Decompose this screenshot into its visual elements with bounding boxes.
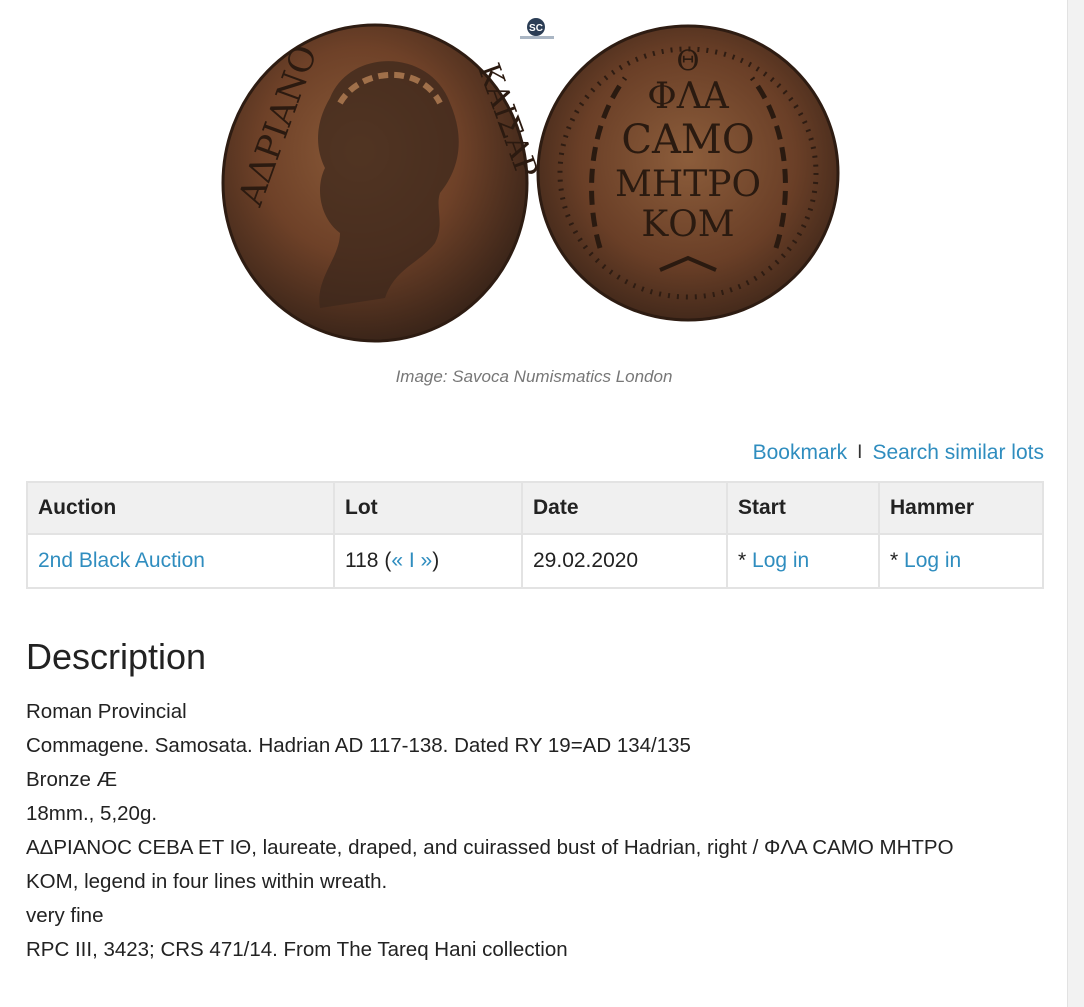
auction-link[interactable]: 2nd Black Auction bbox=[38, 549, 205, 572]
bookmark-link[interactable]: Bookmark bbox=[753, 441, 848, 465]
description-line: very fine bbox=[26, 904, 104, 927]
previous-lot-link[interactable]: « bbox=[391, 549, 403, 572]
cell-hammer: * Log in bbox=[878, 533, 1044, 589]
image-caption: Image: Savoca Numismatics London bbox=[395, 367, 673, 386]
reverse-legend-line-4: ΚΟΜ bbox=[641, 204, 734, 245]
description-line: ΑΔΡΙΑΝΟC CEBA ET IΘ, laureate, draped, a… bbox=[26, 836, 954, 859]
coin-obverse: ΑΔΡΙΑΝΟ ΚΑΙΣΑΡ bbox=[221, 23, 544, 343]
header-date: Date bbox=[521, 481, 728, 535]
actions-separator: I bbox=[857, 442, 863, 463]
coin-reverse: Θ ΦΛΑ CΑΜΟ ΜΗΤΡΟ ΚΟΜ bbox=[536, 24, 840, 322]
description-line: Commagene. Samosata. Hadrian AD 117-138.… bbox=[26, 734, 691, 757]
coin-image: SC ΑΔΡΙΑΝΟ ΚΑΙΣΑΡ Θ ΦΛΑ CΑΜΟ ΜΗΤΡΟ ΚΟΜ bbox=[0, 0, 1068, 360]
description-body: Roman Provincial Commagene. Samosata. Ha… bbox=[26, 695, 1046, 967]
table-row: 2nd Black Auction 118 (« I ») 29.02.2020… bbox=[26, 533, 1044, 589]
cell-date: 29.02.2020 bbox=[521, 533, 728, 589]
coin-photo: SC ΑΔΡΙΑΝΟ ΚΑΙΣΑΡ Θ ΦΛΑ CΑΜΟ ΜΗΤΡΟ ΚΟΜ bbox=[221, 18, 840, 343]
lot-table: Auction Lot Date Start Hammer 2nd Black … bbox=[26, 481, 1044, 589]
page-scroll-gutter bbox=[1067, 0, 1084, 1007]
search-similar-lots-link[interactable]: Search similar lots bbox=[872, 441, 1044, 465]
description-line: 18mm., 5,20g. bbox=[26, 802, 158, 825]
header-start: Start bbox=[726, 481, 880, 535]
description-line: Roman Provincial bbox=[26, 700, 187, 723]
header-auction: Auction bbox=[26, 481, 335, 535]
lot-table-header-row: Auction Lot Date Start Hammer bbox=[26, 481, 1044, 535]
lot-actions: Bookmark I Search similar lots bbox=[753, 441, 1044, 465]
lot-number: 118 ( bbox=[345, 549, 392, 572]
reverse-legend-line-3: ΜΗΤΡΟ bbox=[615, 164, 761, 205]
cell-auction: 2nd Black Auction bbox=[26, 533, 335, 589]
lot-nav-separator: I bbox=[408, 549, 415, 572]
description-line: Bronze Æ bbox=[26, 768, 118, 791]
reverse-legend-line-1: ΦΛΑ bbox=[647, 76, 730, 117]
hammer-login-link[interactable]: Log in bbox=[904, 549, 961, 572]
start-login-link[interactable]: Log in bbox=[752, 549, 809, 572]
lot-close-paren: ) bbox=[432, 549, 440, 572]
header-hammer: Hammer bbox=[878, 481, 1044, 535]
reverse-legend-line-0: Θ bbox=[677, 44, 700, 77]
description-line: KOM, legend in four lines within wreath. bbox=[26, 870, 388, 893]
next-lot-link[interactable]: » bbox=[421, 549, 433, 572]
hammer-prefix: * bbox=[890, 549, 905, 572]
description-line: RPC III, 3423; CRS 471/14. From The Tare… bbox=[26, 938, 568, 961]
description-title: Description bbox=[26, 636, 207, 677]
watermark-logo: SC bbox=[520, 18, 554, 39]
cell-start: * Log in bbox=[726, 533, 880, 589]
header-lot: Lot bbox=[333, 481, 523, 535]
start-prefix: * bbox=[738, 549, 753, 572]
cell-lot: 118 (« I ») bbox=[333, 533, 523, 589]
watermark-logo-text: SC bbox=[529, 23, 543, 34]
reverse-legend-line-2: CΑΜΟ bbox=[621, 117, 754, 163]
